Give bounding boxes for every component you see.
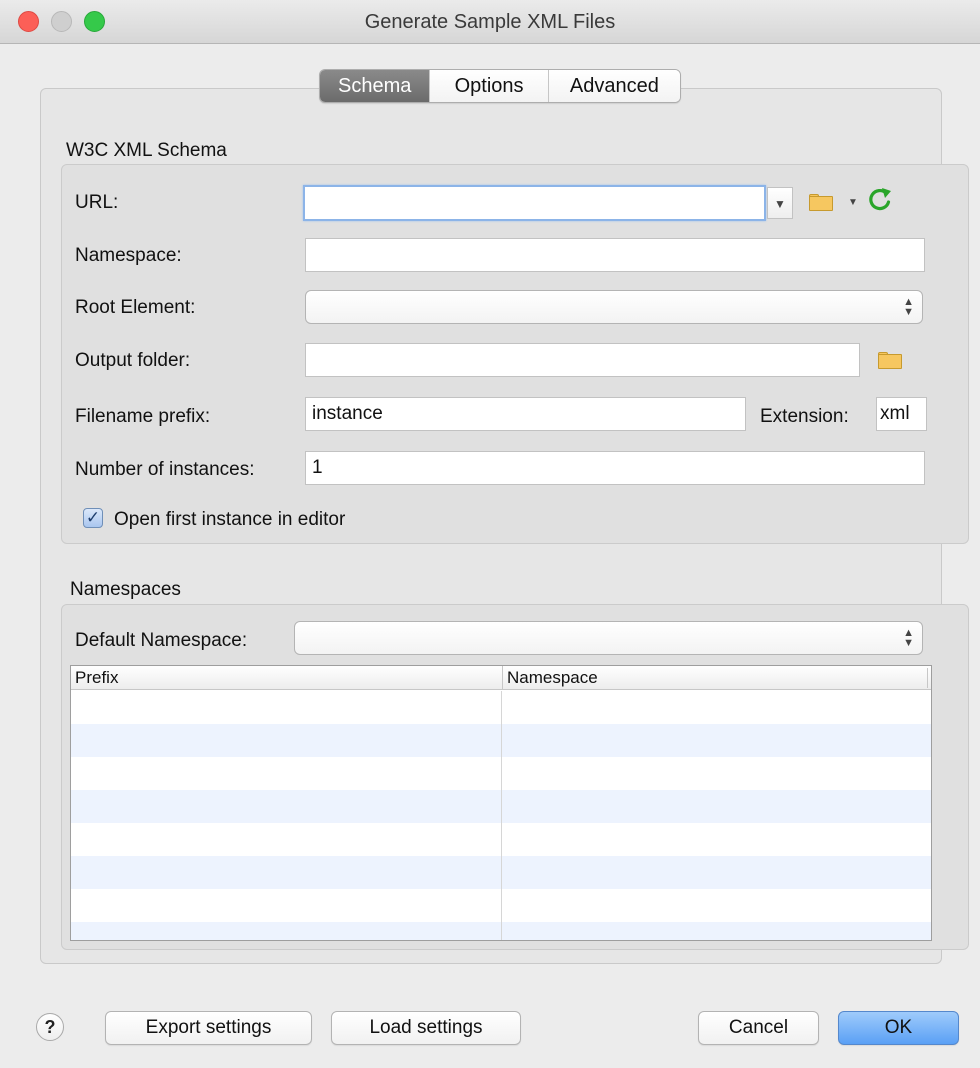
namespace-label: Namespace: [75,245,182,266]
root-element-select[interactable]: ▲ ▼ [305,290,923,324]
folder-icon[interactable] [809,194,833,211]
filename-prefix-input[interactable]: instance [305,397,746,431]
dropdown-arrow-icon: ▼ [774,197,786,211]
instances-input[interactable]: 1 [305,451,925,485]
reload-icon[interactable] [866,184,894,216]
column-divider [501,691,502,940]
window-title: Generate Sample XML Files [364,11,616,33]
table-header: Prefix Namespace [71,666,931,690]
output-folder-browse-icon[interactable] [878,352,902,369]
tab-bar: Schema Options Advanced [319,69,681,103]
open-first-label: Open first instance in editor [114,509,346,530]
help-button[interactable]: ? [36,1013,64,1041]
tab-options[interactable]: Options [430,70,549,102]
url-label: URL: [75,192,119,213]
browse-menu-arrow-icon[interactable]: ▼ [848,197,858,208]
output-folder-label: Output folder: [75,350,191,371]
root-element-label: Root Element: [75,297,196,318]
load-settings-button[interactable]: Load settings [331,1011,521,1045]
namespaces-table[interactable]: Prefix Namespace [70,665,932,941]
schema-section-title: W3C XML Schema [66,140,227,161]
instances-label: Number of instances: [75,459,255,480]
url-history-dropdown[interactable]: ▼ [767,187,793,219]
filename-prefix-label: Filename prefix: [75,406,211,427]
namespace-input[interactable] [305,238,925,272]
namespaces-section-title: Namespaces [70,579,181,600]
extension-label: Extension: [760,406,849,427]
extension-input[interactable]: xml [876,397,927,431]
export-settings-button[interactable]: Export settings [105,1011,312,1045]
tab-schema[interactable]: Schema [320,70,431,102]
ok-button[interactable]: OK [838,1011,959,1045]
default-namespace-select[interactable]: ▲ ▼ [294,621,923,655]
url-input[interactable] [303,185,766,221]
output-folder-input[interactable] [305,343,860,377]
updown-icon: ▲ ▼ [903,296,914,318]
default-namespace-label: Default Namespace: [75,630,248,651]
open-first-checkbox[interactable]: ✓ [83,508,103,528]
column-header-prefix[interactable]: Prefix [71,666,118,690]
tab-advanced[interactable]: Advanced [548,70,680,102]
column-header-namespace[interactable]: Namespace [502,666,598,690]
help-icon: ? [44,1017,56,1037]
check-icon: ✓ [85,508,101,527]
title-bar: Generate Sample XML Files [0,0,980,44]
updown-icon: ▲ ▼ [903,627,914,649]
cancel-button[interactable]: Cancel [698,1011,819,1045]
